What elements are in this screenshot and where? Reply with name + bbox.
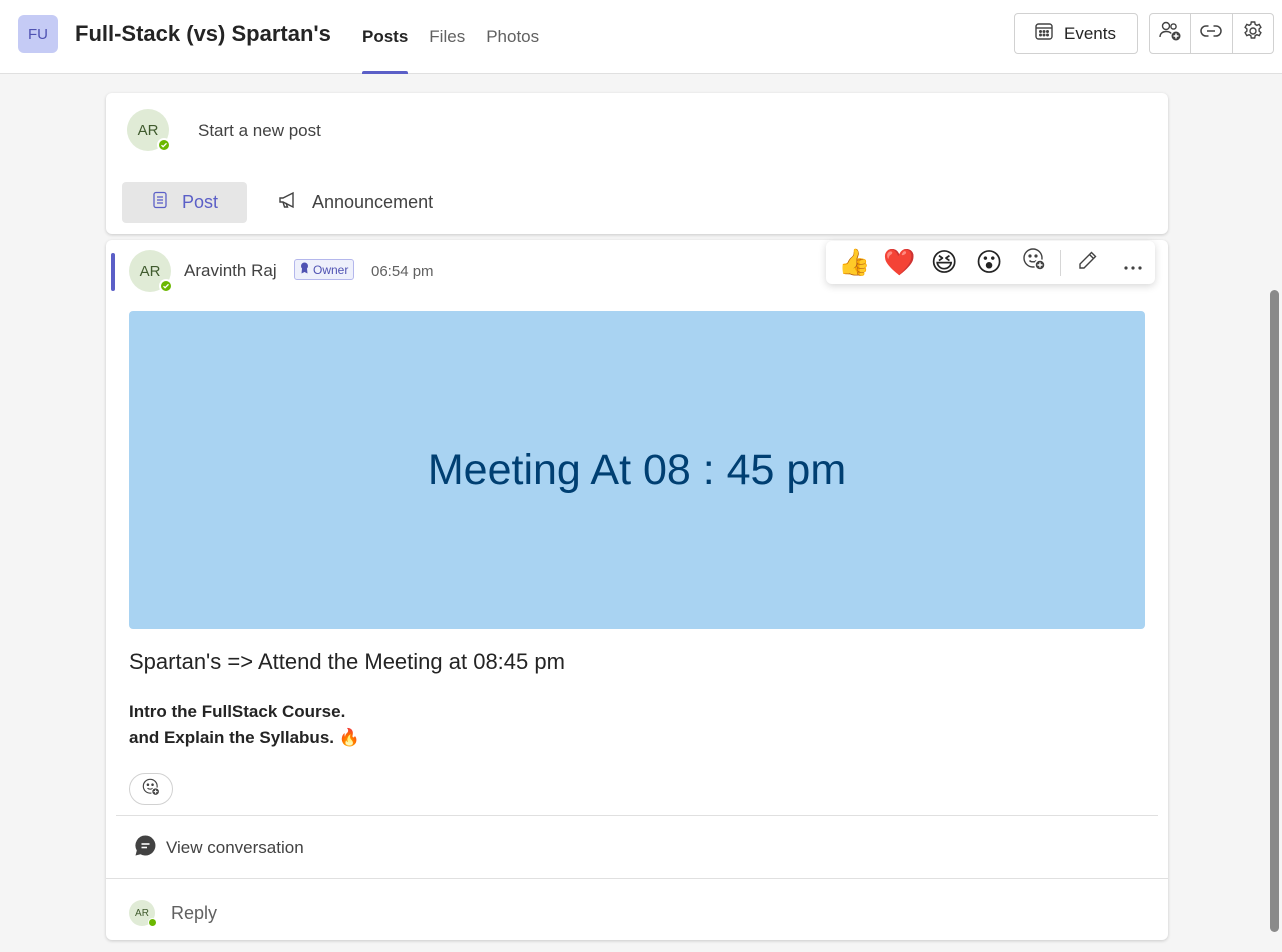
edit-message-button[interactable] [1065,241,1110,284]
add-reaction-button[interactable] [129,773,173,805]
owner-badge-label: Owner [313,262,349,277]
divider [106,878,1168,879]
add-emoji-icon [141,777,161,802]
message-timestamp: 06:54 pm [371,263,434,280]
avatar-initials: AR [139,262,161,280]
tab-files[interactable]: Files [429,0,465,74]
add-member-button[interactable] [1150,14,1192,53]
author-avatar[interactable]: AR [129,250,173,293]
link-icon [1200,24,1223,43]
post-type-button[interactable]: Post [122,182,247,223]
ellipsis-icon [1123,247,1143,278]
events-label: Events [1064,23,1116,43]
new-post-card: AR Start a new post Post Announcement [106,93,1168,234]
author-name[interactable]: Aravinth Raj [184,261,277,281]
message-body-line-1: Intro the FullStack Course. [129,702,346,721]
calendar-icon [1034,21,1054,46]
divider [116,815,1158,816]
add-member-icon [1158,20,1182,47]
message-banner-image[interactable]: Meeting At 08 : 45 pm [129,311,1145,629]
tab-photos[interactable]: Photos [486,0,539,74]
view-conversation-label: View conversation [166,838,304,857]
more-reactions-button[interactable] [1011,241,1056,284]
reply-avatar: AR [129,900,157,927]
presence-available-icon [157,138,171,152]
avatar-initials: AR [137,121,159,139]
fire-emoji: 🔥 [338,728,360,747]
settings-button[interactable] [1233,14,1273,53]
message-subject: Spartan's => Attend the Meeting at 08:45… [129,649,565,674]
reaction-bar: 👍 ❤️ 😆 😮 [826,241,1155,284]
tab-posts[interactable]: Posts [362,0,409,74]
ribbon-icon [300,262,309,277]
post-label: Post [182,192,219,212]
reply-row[interactable]: AR Reply [129,900,217,927]
events-button[interactable]: Events [1014,13,1138,54]
owner-badge: Owner [294,259,355,280]
surprised-reaction-button[interactable]: 😮 [967,241,1012,284]
post-icon [152,191,168,214]
channel-header: FU Full-Stack (vs) Spartan's Posts Files… [0,0,1282,74]
reaction-bar-divider [1060,249,1062,276]
view-conversation-link[interactable]: View conversation [134,834,304,862]
message-accent-bar [111,253,115,291]
announcement-button[interactable]: Announcement [278,182,433,223]
scrollbar-thumb[interactable] [1270,290,1279,932]
message-body-line-2-text: and Explain the Syllabus. [129,728,334,747]
heart-reaction-button[interactable]: ❤️ [877,241,922,284]
more-options-button[interactable] [1110,241,1155,284]
message-body-line-2: and Explain the Syllabus. 🔥 [129,728,360,748]
laugh-reaction-button[interactable]: 😆 [922,241,967,284]
channel-actions [1149,13,1274,54]
chat-bubble-icon [134,834,157,862]
start-new-post-input[interactable]: Start a new post [198,121,321,141]
channel-tabs: Posts Files Photos [362,0,560,74]
reply-button[interactable]: Reply [171,903,217,924]
copy-link-button[interactable] [1191,14,1233,53]
announcement-label: Announcement [312,192,434,212]
pencil-icon [1077,247,1099,278]
presence-available-icon [159,279,173,293]
settings-icon [1242,20,1264,47]
avatar[interactable]: AR [127,109,171,152]
presence-available-icon [148,918,157,927]
banner-text: Meeting At 08 : 45 pm [427,445,847,494]
team-name: Full-Stack (vs) Spartan's [75,21,331,46]
megaphone-icon [278,191,300,214]
team-avatar[interactable]: FU [18,15,58,53]
avatar-initials: AR [135,907,149,919]
like-reaction-button[interactable]: 👍 [832,241,877,284]
add-emoji-icon [1021,246,1047,279]
channel-message: AR Aravinth Raj Owner 06:54 pm 👍 ❤️ 😆 😮 [106,240,1168,940]
